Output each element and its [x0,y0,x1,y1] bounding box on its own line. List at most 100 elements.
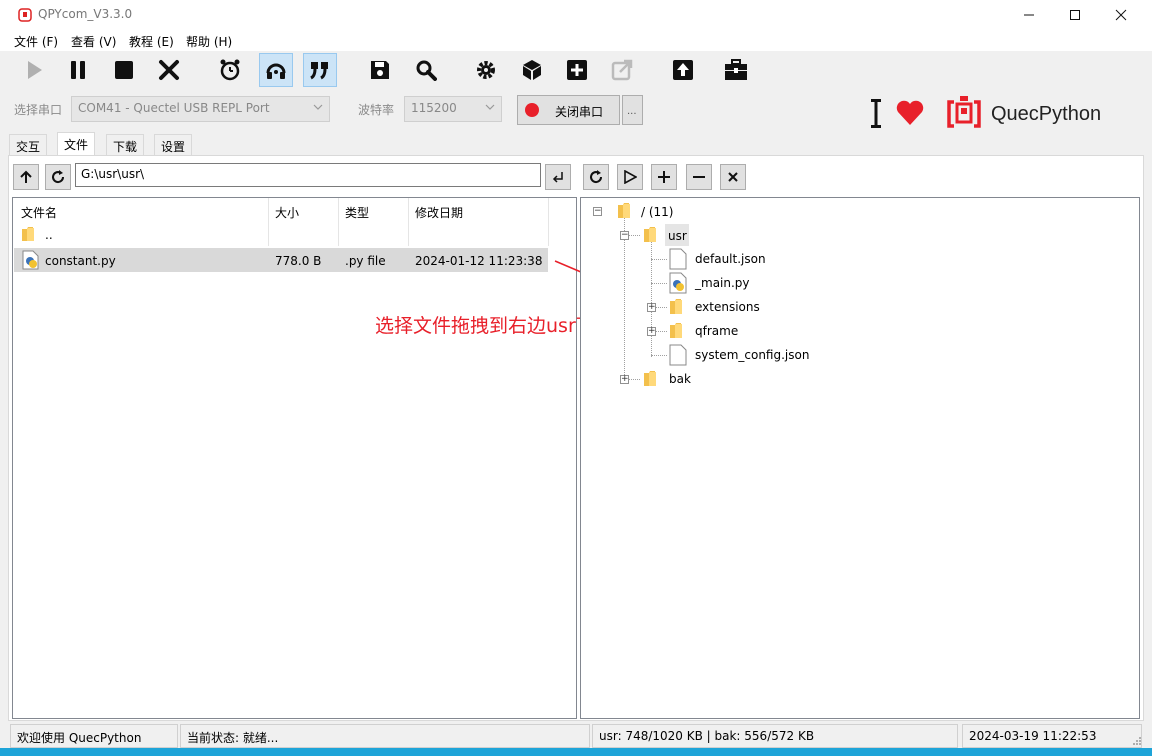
close-icon [728,172,738,182]
external-link-icon [611,59,633,81]
tree-item-qframe[interactable]: qframe [695,324,738,338]
go-path-button[interactable] [545,164,571,190]
new-file-button[interactable] [651,164,677,190]
menu-bar: 文件 (F) 查看 (V) 教程 (E) 帮助 (H) [0,30,1152,51]
pause-button[interactable] [61,53,95,87]
folder-icon [644,227,656,242]
resize-grip-icon[interactable] [1132,736,1142,746]
column-header-size[interactable]: 大小 [275,204,299,221]
local-file-list: 文件名 大小 类型 修改日期 .. constant.py 778.0 B .p… [12,197,577,719]
settings-button[interactable] [469,53,503,87]
refresh-local-button[interactable] [45,164,71,190]
status-state: 当前状态: 就绪... [180,724,590,748]
add-button[interactable] [560,53,594,87]
timer-button[interactable] [213,53,247,87]
minimize-icon [1024,14,1034,16]
up-directory-button[interactable] [13,164,39,190]
port-select[interactable]: COM41 - Quectel USB REPL Port [71,96,330,122]
upload-icon [673,60,693,80]
share-button[interactable] [605,53,639,87]
tab-settings[interactable]: 设置 [154,134,193,156]
tree-item-extensions[interactable]: extensions [695,300,760,314]
tree-item-bak[interactable]: bak [669,372,691,386]
menu-help[interactable]: 帮助 (H) [186,33,232,50]
tree-item-default-json[interactable]: default.json [695,252,766,266]
tree-expand-extensions[interactable]: + [647,303,656,312]
quote-button[interactable] [303,53,337,87]
column-header-date[interactable]: 修改日期 [415,204,463,221]
annotation-text: 选择文件拖拽到右边usr下 [375,315,595,337]
tree-collapse-root[interactable]: − [593,207,602,216]
path-input-value: G:\usr\usr\ [81,167,145,181]
upload-button[interactable] [666,53,700,87]
save-button[interactable] [363,53,397,87]
refresh-device-button[interactable] [583,164,609,190]
minimize-button[interactable] [1006,0,1052,30]
python-file-icon [22,250,39,270]
headset-icon [266,63,286,79]
port-select-value: COM41 - Quectel USB REPL Port [78,101,270,115]
baud-label: 波特率 [358,103,395,117]
remove-file-button[interactable] [686,164,712,190]
tree-expand-bak[interactable]: + [620,375,629,384]
status-welcome: 欢迎使用 QuecPython [10,724,178,748]
window-title: QPYcom_V3.3.0 [38,7,133,21]
list-item-parent[interactable]: .. [13,223,548,245]
baud-select-value: 115200 [411,101,457,115]
tree-expand-qframe[interactable]: + [647,327,656,336]
quote-icon [310,62,328,80]
path-input[interactable]: G:\usr\usr\ [75,163,541,187]
tree-item-main-py[interactable]: _main.py [695,276,750,290]
python-file-icon [669,272,687,294]
tree-item-system-config[interactable]: system_config.json [695,348,809,362]
more-options-button[interactable]: ... [622,95,643,125]
close-port-button[interactable]: 关闭串口 [517,95,620,125]
column-header-name[interactable]: 文件名 [21,204,57,221]
app-icon [18,8,32,22]
pause-icon [71,61,85,79]
tab-interact[interactable]: 交互 [9,134,48,156]
search-button[interactable] [409,53,443,87]
file-name: .. [45,228,53,242]
tab-file[interactable]: 文件 [57,132,96,156]
folder-icon [644,371,656,386]
tree-root-label[interactable]: / (11) [641,205,674,219]
menu-view[interactable]: 查看 (V) [71,33,116,50]
tree-item-usr[interactable]: usr [665,224,689,246]
more-label: ... [627,106,637,117]
gear-icon [477,61,495,79]
headset-button[interactable] [259,53,293,87]
folder-icon [670,323,682,338]
status-bar: 欢迎使用 QuecPython 当前状态: 就绪... usr: 748/102… [0,724,1152,748]
stop-icon [115,61,133,79]
maximize-icon [1070,10,1080,20]
taskbar-strip [0,748,1152,756]
enter-icon [552,172,563,183]
run-file-button[interactable] [617,164,643,190]
baud-select[interactable]: 115200 [404,96,502,122]
save-icon [371,61,389,79]
tree-collapse-usr[interactable]: − [620,231,629,240]
column-header-type[interactable]: 类型 [345,204,369,221]
stop-button[interactable] [107,53,141,87]
package-button[interactable] [515,53,549,87]
close-port-label: 关闭串口 [555,105,604,119]
toolbox-button[interactable] [719,53,753,87]
port-status-icon [525,103,539,117]
plus-icon [658,171,670,183]
delete-file-button[interactable] [720,164,746,190]
alarm-clock-icon [220,59,240,81]
menu-tutorial[interactable]: 教程 (E) [129,33,174,50]
file-type: .py file [345,254,386,268]
maximize-button[interactable] [1052,0,1098,30]
table-row[interactable]: constant.py 778.0 B .py file 2024-01-12 … [14,248,548,272]
close-window-button[interactable] [1098,0,1144,30]
kill-button[interactable] [152,53,186,87]
chevron-down-icon [313,104,323,110]
run-button[interactable] [17,53,51,87]
menu-file[interactable]: 文件 (F) [14,33,58,50]
heart-icon [896,100,924,126]
search-icon [416,60,437,81]
tree-item-label: usr [668,229,687,243]
tab-download[interactable]: 下载 [106,134,145,156]
